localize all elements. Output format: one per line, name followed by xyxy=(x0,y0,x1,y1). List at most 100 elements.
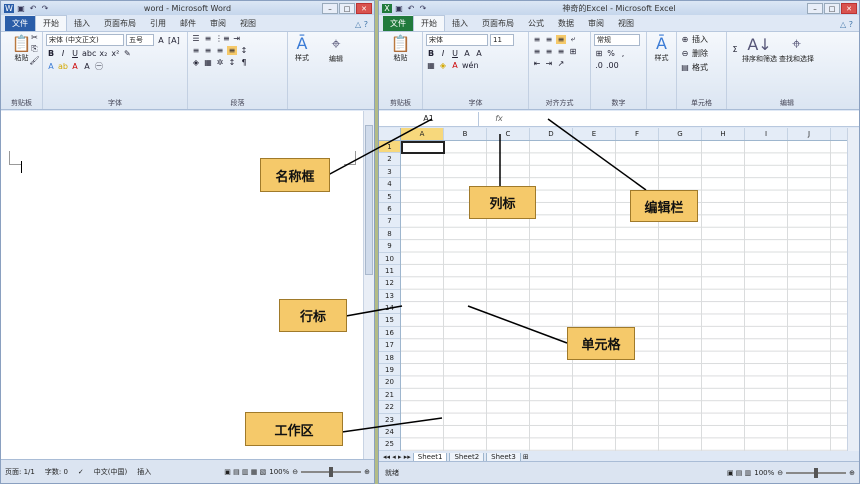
justify-icon[interactable]: ≡ xyxy=(227,46,237,55)
align-middle-icon[interactable]: ≡ xyxy=(544,35,554,44)
row-header[interactable]: 4 xyxy=(379,178,400,191)
word-vertical-scrollbar[interactable] xyxy=(363,111,374,461)
zoom-out-icon[interactable]: ⊖ xyxy=(292,468,298,476)
row-header[interactable]: 17 xyxy=(379,339,400,352)
font-name-select[interactable]: 宋体 (中文正文) xyxy=(46,34,124,46)
zoom-out-icon[interactable]: ⊖ xyxy=(777,469,783,477)
column-header[interactable]: J xyxy=(788,128,831,140)
scroll-thumb[interactable] xyxy=(365,125,373,275)
column-header[interactable]: G xyxy=(659,128,702,140)
delete-button[interactable]: 删除 xyxy=(692,48,708,59)
italic-icon[interactable]: I xyxy=(58,49,68,58)
close-button[interactable]: ✕ xyxy=(356,2,372,14)
zoom-in-icon[interactable]: ⊕ xyxy=(364,468,370,476)
border-icon[interactable]: ▦ xyxy=(426,61,436,70)
new-sheet-icon[interactable]: ⊞ xyxy=(523,453,529,461)
sheet-nav-icons[interactable]: ◂◂ ◂ ▸ ▸▸ xyxy=(383,453,411,461)
tab-file[interactable]: 文件 xyxy=(5,16,35,31)
number-format-select[interactable]: 常规 xyxy=(594,34,640,46)
border-icon[interactable]: ▦ xyxy=(203,58,213,67)
excel-vertical-scrollbar[interactable] xyxy=(847,128,859,451)
row-header[interactable]: 14 xyxy=(379,302,400,315)
row-header[interactable]: 11 xyxy=(379,265,400,278)
close-button[interactable]: ✕ xyxy=(841,2,857,14)
tab-review[interactable]: 审阅 xyxy=(203,16,233,31)
styles-button[interactable]: Ā 样式 xyxy=(291,34,313,63)
bold-icon[interactable]: B xyxy=(46,49,56,58)
tab-insert[interactable]: 插入 xyxy=(67,16,97,31)
styles-button[interactable]: Ā 样式 xyxy=(650,34,673,63)
line-spacing-icon[interactable]: ↕ xyxy=(239,46,249,55)
numbering-icon[interactable]: ≡ xyxy=(203,34,213,43)
align-left-icon[interactable]: ≡ xyxy=(532,47,542,56)
row-header[interactable]: 16 xyxy=(379,327,400,340)
align-center-icon[interactable]: ≡ xyxy=(203,46,213,55)
row-header[interactable]: 20 xyxy=(379,376,400,389)
tab-home[interactable]: 开始 xyxy=(35,15,67,31)
zoom-in-icon[interactable]: ⊕ xyxy=(849,469,855,477)
row-header[interactable]: 15 xyxy=(379,314,400,327)
row-header[interactable]: 21 xyxy=(379,389,400,402)
view-mode-icons[interactable]: ▣ ▤ ▥ xyxy=(727,469,751,477)
format-button[interactable]: 格式 xyxy=(692,62,708,73)
row-header[interactable]: 6 xyxy=(379,203,400,216)
show-marks-icon[interactable]: ¶ xyxy=(239,58,249,67)
comma-icon[interactable]: , xyxy=(618,49,628,58)
active-cell[interactable] xyxy=(401,141,445,154)
column-header[interactable]: H xyxy=(702,128,745,140)
column-header[interactable]: C xyxy=(487,128,530,140)
tab-review[interactable]: 审阅 xyxy=(581,16,611,31)
find-select-button[interactable]: ⌖ 查找和选择 xyxy=(779,34,814,64)
strikethrough-icon[interactable]: abc xyxy=(82,49,96,58)
zoom-level[interactable]: 100% xyxy=(269,468,289,476)
align-right-icon[interactable]: ≡ xyxy=(556,47,566,56)
help-icon[interactable]: △ ? xyxy=(349,18,374,31)
paste-button[interactable]: 📋 粘贴 xyxy=(382,34,419,63)
align-top-icon[interactable]: ≡ xyxy=(532,35,542,44)
row-header[interactable]: 1 xyxy=(379,141,400,154)
undo-icon[interactable]: ↶ xyxy=(28,4,38,13)
decrease-decimal-icon[interactable]: .00 xyxy=(606,61,619,70)
undo-icon[interactable]: ↶ xyxy=(406,4,416,13)
tab-view[interactable]: 视图 xyxy=(611,16,641,31)
shading-icon[interactable]: ◈ xyxy=(191,58,201,67)
underline-icon[interactable]: U xyxy=(70,49,80,58)
enclosed-char-icon[interactable]: ㊀ xyxy=(94,61,104,72)
row-header[interactable]: 24 xyxy=(379,426,400,439)
column-header[interactable]: I xyxy=(745,128,788,140)
align-bottom-icon[interactable]: ≡ xyxy=(556,34,566,44)
row-header[interactable]: 5 xyxy=(379,191,400,203)
align-center-icon[interactable]: ≡ xyxy=(544,47,554,56)
align-left-icon[interactable]: ≡ xyxy=(191,46,201,55)
font-grow-icon[interactable]: A xyxy=(156,36,166,45)
percent-icon[interactable]: % xyxy=(606,49,616,58)
insert-mode[interactable]: 插入 xyxy=(137,467,151,477)
tab-home[interactable]: 开始 xyxy=(413,15,445,31)
italic-icon[interactable]: I xyxy=(438,49,448,58)
maximize-button[interactable]: □ xyxy=(339,2,355,14)
font-shrink-icon[interactable]: A xyxy=(474,49,484,58)
fx-icon[interactable]: fx xyxy=(479,114,519,123)
word-app-icon[interactable]: W xyxy=(4,3,14,13)
tab-page-layout[interactable]: 页面布局 xyxy=(475,16,521,31)
column-header[interactable]: B xyxy=(444,128,487,140)
wrap-text-icon[interactable]: ⤶ xyxy=(568,34,578,44)
font-color-icon[interactable]: A xyxy=(70,62,80,71)
view-mode-icons[interactable]: ▣ ▤ ▥ ▦ ▧ xyxy=(224,468,266,476)
insert-button[interactable]: 插入 xyxy=(692,34,708,45)
row-header[interactable]: 10 xyxy=(379,253,400,265)
increase-indent-icon[interactable]: ⇥ xyxy=(544,59,554,68)
font-size-select[interactable]: 11 xyxy=(490,34,514,46)
column-header[interactable]: F xyxy=(616,128,659,140)
phonetic-icon[interactable]: wén xyxy=(462,61,479,70)
row-header[interactable]: 22 xyxy=(379,401,400,414)
decrease-indent-icon[interactable]: ⇤ xyxy=(532,59,542,68)
currency-icon[interactable]: ⊞ xyxy=(594,49,604,58)
row-header[interactable]: 23 xyxy=(379,414,400,426)
minimize-button[interactable]: – xyxy=(322,2,338,14)
column-header[interactable]: E xyxy=(573,128,616,140)
clear-format-icon[interactable]: ✎ xyxy=(122,49,132,58)
subscript-icon[interactable]: x₂ xyxy=(98,49,108,58)
row-header[interactable]: 7 xyxy=(379,215,400,228)
bullets-icon[interactable]: ☰ xyxy=(191,34,201,43)
